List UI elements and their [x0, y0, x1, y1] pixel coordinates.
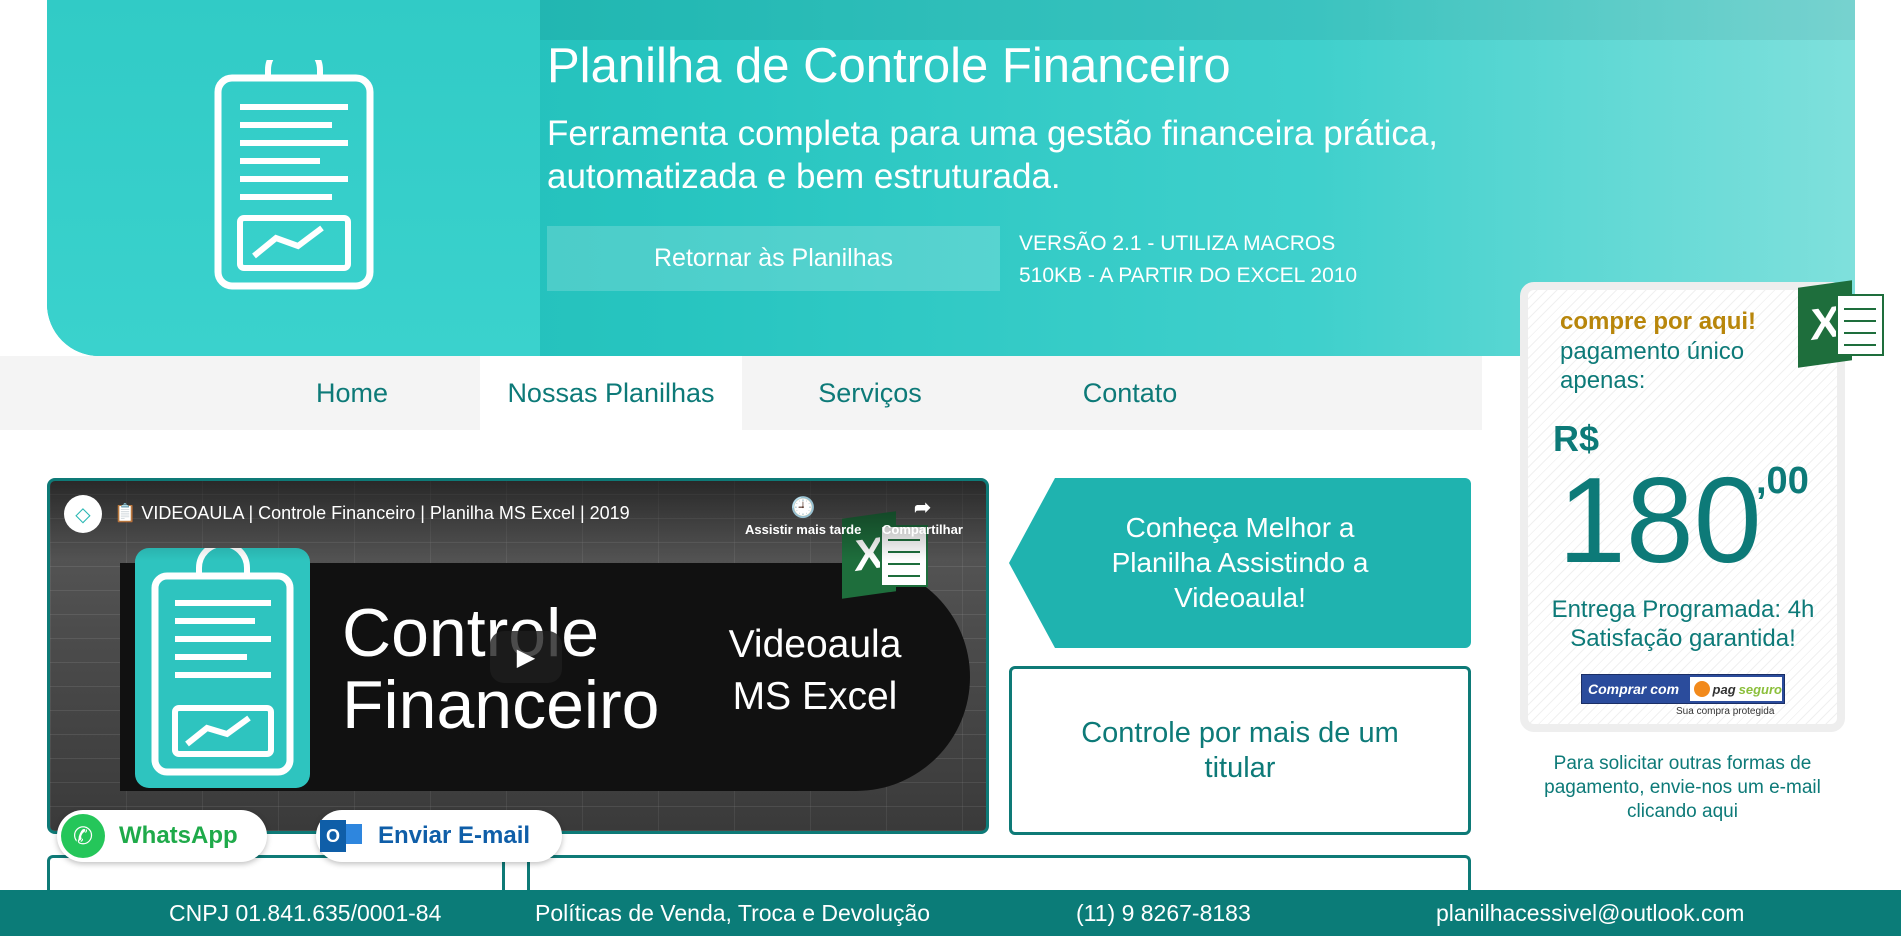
price-amount: 180	[1558, 452, 1762, 588]
other-payment-email-link[interactable]: Para solicitar outras formas de pagament…	[1520, 752, 1845, 824]
return-to-spreadsheets-button[interactable]: Retornar às Planilhas	[547, 226, 1000, 291]
delivery-line: Entrega Programada: 4h	[1551, 596, 1815, 623]
clipboard-chart-icon	[214, 60, 374, 290]
whatsapp-button[interactable]: ✆ WhatsApp	[57, 810, 267, 862]
price-cents: ,00	[1756, 460, 1809, 502]
clipboard-chart-icon	[135, 548, 310, 788]
footer-phone[interactable]: (11) 9 8267-8183	[1076, 900, 1251, 927]
footer-cnpj: CNPJ 01.841.635/0001-84	[169, 900, 442, 926]
thumbnail-subtitle: Videoaula MS Excel	[715, 619, 915, 723]
size-line: 510KB - A PARTIR DO EXCEL 2010	[1019, 264, 1358, 287]
play-icon[interactable]: ▶	[490, 631, 562, 683]
channel-avatar[interactable]: ◇	[64, 495, 102, 533]
video-player[interactable]: Controle Financeiro Videoaula MS Excel X…	[47, 478, 989, 834]
whatsapp-icon: ✆	[61, 814, 105, 858]
send-email-label: Enviar E-mail	[378, 822, 531, 849]
footer-policies-link[interactable]: Políticas de Venda, Troca e Devolução	[535, 900, 930, 927]
watch-later-label: Assistir mais tarde	[745, 522, 862, 537]
delivery-info: Entrega Programada: 4h Satisfação garant…	[1528, 595, 1838, 653]
satisfaction-line: Satisfação garantida!	[1570, 625, 1796, 652]
hero-ribbon-overlay	[540, 0, 1855, 40]
feature-box: Controle por mais de um titular	[1009, 666, 1471, 835]
nav-item-home[interactable]: Home	[282, 356, 422, 430]
main-nav: Home Nossas Planilhas Serviços Contato	[0, 356, 1482, 430]
version-info: VERSÃO 2.1 - UTILIZA MACROS 510KB - A PA…	[1019, 228, 1357, 292]
outlook-icon: O	[320, 814, 364, 858]
page-subtitle: Ferramenta completa para uma gestão fina…	[547, 114, 1439, 196]
watch-later-button[interactable]: 🕘 Assistir mais tarde	[745, 495, 861, 537]
whatsapp-label: WhatsApp	[119, 822, 238, 849]
clock-icon: 🕘	[790, 497, 816, 519]
pagseguro-buy-button[interactable]: Comprar com pag seguro	[1581, 674, 1785, 704]
protected-purchase-label: Sua compra protegida	[1676, 706, 1775, 717]
pagseguro-logo: pag seguro	[1689, 677, 1782, 701]
single-payment-label: pagamento único apenas:	[1560, 338, 1745, 394]
nav-item-nossas-planilhas[interactable]: Nossas Planilhas	[480, 356, 742, 430]
share-label: Compartilhar	[882, 522, 963, 537]
footer: CNPJ 01.841.635/0001-84 Políticas de Ven…	[0, 890, 1901, 936]
nav-item-contato[interactable]: Contato	[1060, 356, 1200, 430]
footer-email[interactable]: planilhacessivel@outlook.com	[1436, 900, 1744, 927]
pagseguro-brand-pag: pag	[1712, 681, 1736, 697]
pagseguro-icon	[1693, 681, 1710, 697]
page-title: Planilha de Controle Financeiro	[547, 39, 1231, 93]
version-line: VERSÃO 2.1 - UTILIZA MACROS	[1019, 232, 1336, 255]
buy-here-label: compre por aqui!	[1560, 308, 1757, 335]
send-email-button[interactable]: O Enviar E-mail	[316, 810, 562, 862]
pagseguro-button-label: Comprar com	[1588, 681, 1680, 697]
share-button[interactable]: ➦ Compartilhar	[882, 495, 963, 537]
excel-icon: X	[1798, 280, 1886, 368]
nav-item-servicos[interactable]: Serviços	[790, 356, 950, 430]
thumbnail-subtitle-line: MS Excel	[732, 675, 898, 718]
thumbnail-subtitle-line: Videoaula	[728, 623, 902, 666]
pagseguro-brand-seguro: seguro	[1738, 681, 1782, 697]
watch-video-text[interactable]: Conheça Melhor a Planilha Assistindo a V…	[1080, 510, 1400, 615]
video-title[interactable]: 📋 VIDEOAULA | Controle Financeiro | Plan…	[114, 503, 630, 524]
share-icon: ➦	[914, 497, 931, 519]
